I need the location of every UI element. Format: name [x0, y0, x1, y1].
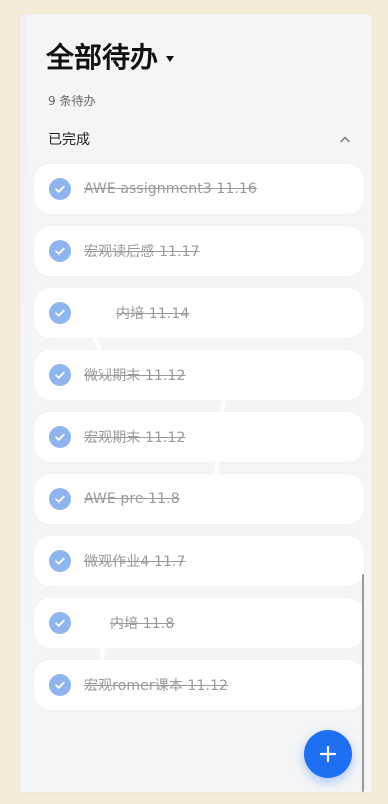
todo-item-text: 内培 11.8	[110, 616, 175, 632]
add-todo-button[interactable]	[304, 730, 352, 778]
section-title: 已完成	[48, 132, 90, 148]
checkmark-icon[interactable]	[49, 674, 71, 696]
checkmark-icon[interactable]	[49, 488, 71, 510]
todo-item-text: 微观期末 11.12	[84, 368, 186, 384]
list-item[interactable]: 微观期末 11.12	[34, 350, 364, 400]
todo-item-text: 微观作业4 11.7	[84, 554, 186, 570]
todo-count: 9 条待办	[48, 94, 96, 108]
checkmark-icon[interactable]	[49, 364, 71, 386]
completed-list: AWE assignment3 11.16 宏观读后感 11.17 内培 11.…	[34, 164, 364, 722]
list-item[interactable]: 微观作业4 11.7	[34, 536, 364, 586]
checkmark-icon[interactable]	[49, 612, 71, 634]
todo-item-text: AWE pre 11.8	[84, 491, 180, 507]
title-row[interactable]: 全部待办	[46, 38, 175, 78]
list-item[interactable]: 宏观romer课本 11.12	[34, 660, 364, 710]
checkmark-icon[interactable]	[49, 178, 71, 200]
chevron-up-icon[interactable]	[336, 130, 354, 148]
page-title: 全部待办	[46, 41, 159, 74]
list-item[interactable]: 内培 11.14	[34, 288, 364, 338]
scrollbar[interactable]	[362, 574, 364, 792]
caret-down-icon[interactable]	[166, 56, 175, 62]
list-item[interactable]: AWE assignment3 11.16	[34, 164, 364, 214]
checkmark-icon[interactable]	[49, 240, 71, 262]
list-item[interactable]: 宏观读后感 11.17	[34, 226, 364, 276]
completed-section-header[interactable]: 已完成	[34, 126, 362, 152]
todo-item-text: 宏观读后感 11.17	[84, 244, 200, 260]
todo-item-text: 内培 11.14	[116, 306, 190, 322]
checkmark-icon[interactable]	[49, 550, 71, 572]
list-item[interactable]: 内培 11.8	[34, 598, 364, 648]
list-item[interactable]: AWE pre 11.8	[34, 474, 364, 524]
list-item[interactable]: 宏观期末 11.12	[34, 412, 364, 462]
todo-item-text: 宏观期末 11.12	[84, 430, 186, 446]
todo-item-text: 宏观romer课本 11.12	[84, 678, 229, 694]
checkmark-icon[interactable]	[49, 302, 71, 324]
todo-screen: 全部待办 9 条待办 已完成 AWE assignment3 11.16 宏观读…	[20, 14, 372, 792]
checkmark-icon[interactable]	[49, 426, 71, 448]
todo-item-text: AWE assignment3 11.16	[84, 181, 257, 197]
